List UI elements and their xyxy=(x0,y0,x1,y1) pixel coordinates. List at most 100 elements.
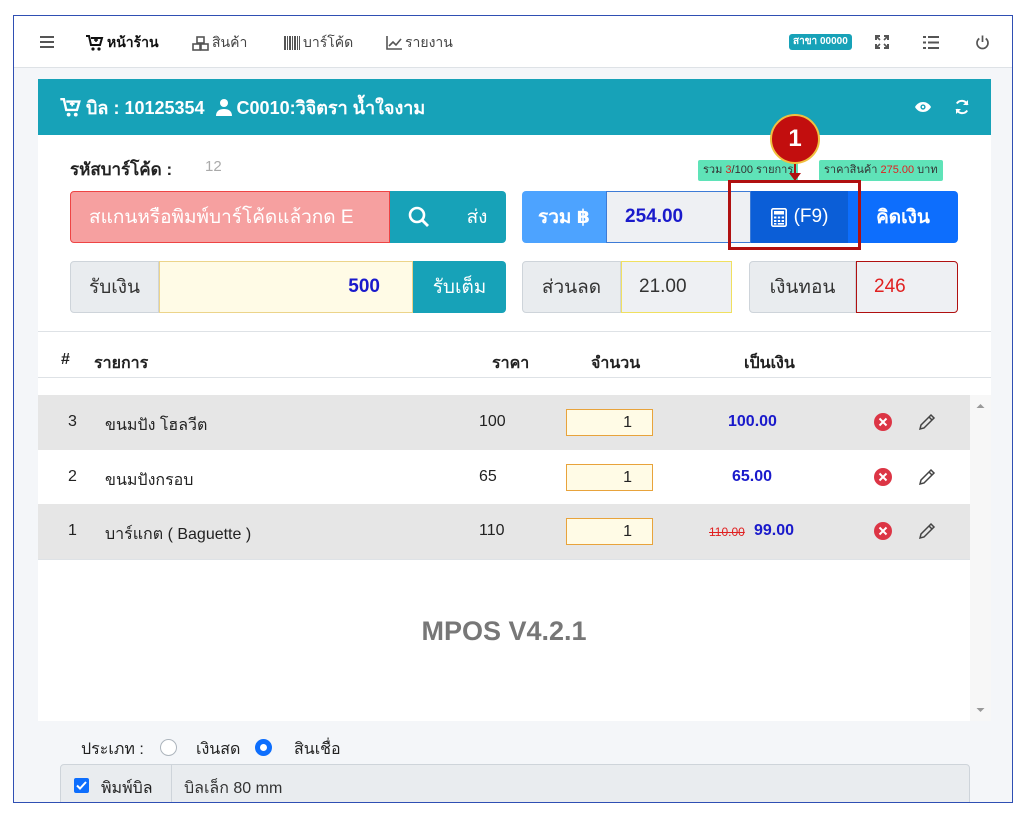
checkout-button[interactable]: คิดเงิน xyxy=(848,191,958,243)
barcode-label: รหัสบาร์โค้ด : xyxy=(70,160,173,179)
expand-icon[interactable] xyxy=(873,33,891,51)
nav-item-label: สินค้า xyxy=(212,34,248,50)
row-qty-input[interactable]: 1 xyxy=(566,409,653,436)
divider xyxy=(38,559,970,560)
items-suffix: /100 รายการ xyxy=(731,164,794,176)
nav-item-label: หน้าร้าน xyxy=(107,34,159,50)
eye-icon[interactable] xyxy=(913,97,933,117)
credit-radio[interactable] xyxy=(255,739,272,756)
items-count-badge: รวม 3/100 รายการ xyxy=(698,160,799,181)
user-icon xyxy=(215,99,232,116)
step-callout: 1 xyxy=(770,114,820,164)
items-prefix: รวม xyxy=(703,164,726,176)
nav-item-reports[interactable]: รายงาน xyxy=(386,33,453,53)
paper-size-select[interactable]: บิลเล็ก 80 mm xyxy=(184,776,282,801)
highlight-box xyxy=(728,180,861,250)
col-header-item: รายการ xyxy=(94,355,149,372)
top-navbar: หน้าร้าน สินค้า บาร์โค้ด รายงาน สาขา 000… xyxy=(14,16,1012,68)
row-item-name: ขนมปังกรอบ xyxy=(105,472,194,489)
col-header-price: ราคา xyxy=(492,355,530,372)
bill-footer: ประเภท : เงินสด สินเชื่อ พิมพ์บิล บิลเล็… xyxy=(38,721,991,802)
version-watermark: MPOS V4.2.1 xyxy=(421,616,587,646)
table-row[interactable]: 2 ขนมปังกรอบ 65 1 65.00 xyxy=(38,450,970,505)
edit-icon[interactable] xyxy=(917,521,937,541)
row-qty-input[interactable]: 1 xyxy=(566,518,653,545)
bill-number: บิล : 10125354 xyxy=(86,97,205,118)
divider xyxy=(38,331,991,332)
refresh-icon[interactable] xyxy=(952,97,972,117)
print-bill-label: พิมพ์บิล xyxy=(101,780,153,797)
delete-icon[interactable] xyxy=(873,521,893,541)
chart-line-icon xyxy=(386,36,402,50)
nav-item-label: รายงาน xyxy=(405,34,453,50)
delete-icon[interactable] xyxy=(873,412,893,432)
bill-title: บิล : 10125354 C0010:วิจิตรา น้ำใจงาม xyxy=(60,95,425,119)
pos-card: บิล : 10125354 C0010:วิจิตรา น้ำใจงาม รห… xyxy=(38,79,991,802)
delete-icon[interactable] xyxy=(873,467,893,487)
barcode-count: 12 xyxy=(205,158,222,175)
credit-label[interactable]: สินเชื่อ xyxy=(294,737,341,762)
row-qty-input[interactable]: 1 xyxy=(566,464,653,491)
nav-item-barcode[interactable]: บาร์โค้ด xyxy=(284,33,353,53)
row-number: 1 xyxy=(68,522,77,539)
search-icon xyxy=(408,206,429,227)
change-label: เงินทอน xyxy=(749,261,856,313)
row-item-name: บาร์แกต ( Baguette ) xyxy=(105,526,252,543)
cubes-icon xyxy=(192,35,209,51)
hamburger-menu-icon[interactable] xyxy=(38,33,56,51)
search-button[interactable] xyxy=(390,191,448,243)
print-bill-checkbox[interactable] xyxy=(74,778,89,793)
row-amount: 65.00 xyxy=(732,468,773,485)
table-row[interactable]: 1 บาร์แกต ( Baguette ) 110 1 110.00 99.0… xyxy=(38,504,970,559)
edit-icon[interactable] xyxy=(917,412,937,432)
discount-input[interactable]: 21.00 xyxy=(621,261,732,313)
product-price-badge: ราคาสินค้า 275.00 บาท xyxy=(819,160,943,181)
cash-label[interactable]: เงินสด xyxy=(196,737,240,762)
bill-header: บิล : 10125354 C0010:วิจิตรา น้ำใจงาม xyxy=(38,79,991,135)
customer-name[interactable]: C0010:วิจิตรา น้ำใจงาม xyxy=(237,93,426,122)
col-header-qty: จำนวน xyxy=(591,355,641,372)
list-scrollbar[interactable] xyxy=(970,395,991,721)
discount-label: ส่วนลด xyxy=(522,261,621,313)
check-icon xyxy=(76,781,87,790)
print-bill-group: พิมพ์บิล บิลเล็ก 80 mm xyxy=(60,764,970,802)
callout-arrow xyxy=(789,173,801,181)
branch-badge[interactable]: สาขา 00000 xyxy=(789,34,852,50)
divider xyxy=(38,377,991,378)
payment-type-label: ประเภท : xyxy=(81,741,144,758)
row-original-amount: 110.00 xyxy=(709,525,745,539)
row-price: 65 xyxy=(479,468,497,485)
barcode-icon xyxy=(284,36,300,50)
edit-icon[interactable] xyxy=(917,467,937,487)
row-price: 100 xyxy=(479,413,506,430)
change-value: 246 xyxy=(856,261,958,313)
receive-full-button[interactable]: รับเต็ม xyxy=(413,261,506,313)
power-icon[interactable] xyxy=(973,33,991,51)
nav-item-storefront[interactable]: หน้าร้าน xyxy=(86,33,159,53)
cart-plus-icon xyxy=(86,35,104,51)
nav-item-label: บาร์โค้ด xyxy=(303,34,354,50)
price-suffix: บาท xyxy=(914,164,938,176)
nav-item-products[interactable]: สินค้า xyxy=(192,33,247,53)
row-number: 3 xyxy=(68,413,77,430)
total-label: รวม ฿ xyxy=(522,191,606,243)
row-price: 110 xyxy=(479,522,505,539)
app-frame: หน้าร้าน สินค้า บาร์โค้ด รายงาน สาขา 000… xyxy=(13,15,1013,803)
receive-label: รับเงิน xyxy=(70,261,159,313)
send-button[interactable]: ส่ง xyxy=(448,191,506,243)
list-icon[interactable] xyxy=(922,33,940,51)
row-item-name: ขนมปัง โฮลวีต xyxy=(105,417,208,434)
col-header-index: # xyxy=(61,351,70,368)
price-prefix: ราคาสินค้า xyxy=(824,164,881,176)
scroll-up-arrow-icon xyxy=(976,404,985,408)
item-list: 3 ขนมปัง โฮลวีต 100 1 100.00 2 ขนมปังกรอ… xyxy=(38,395,970,721)
col-header-amount: เป็นเงิน xyxy=(744,355,795,372)
receive-input[interactable]: 500 xyxy=(159,261,413,313)
price-value: 275.00 xyxy=(880,164,915,176)
scroll-down-arrow-icon xyxy=(976,708,985,712)
barcode-input[interactable]: สแกนหรือพิมพ์บาร์โค้ดแล้วกด E xyxy=(70,191,390,243)
cash-radio[interactable] xyxy=(160,739,177,756)
barcode-placeholder: สแกนหรือพิมพ์บาร์โค้ดแล้วกด E xyxy=(89,207,354,228)
row-number: 2 xyxy=(68,468,77,485)
table-row[interactable]: 3 ขนมปัง โฮลวีต 100 1 100.00 xyxy=(38,395,970,450)
